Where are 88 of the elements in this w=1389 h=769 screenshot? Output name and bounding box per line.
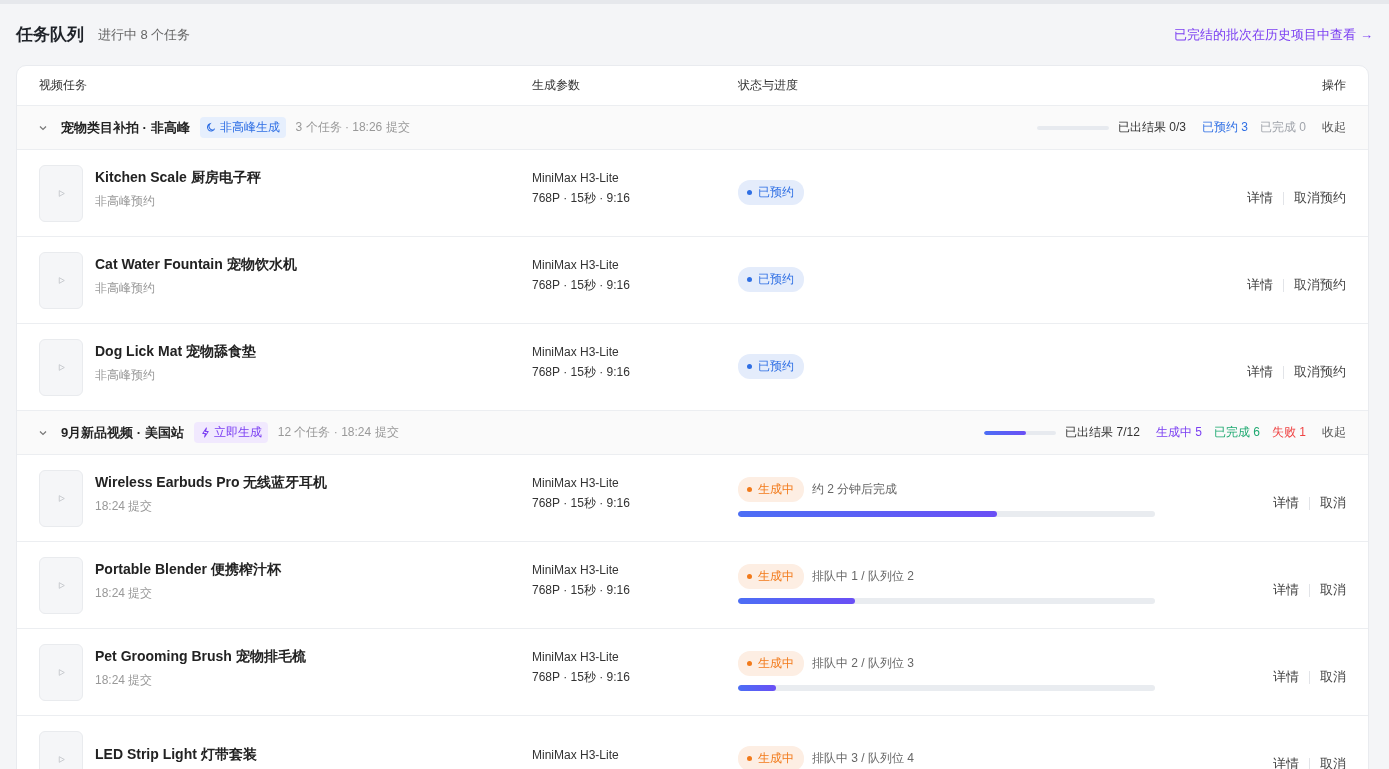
- action-link[interactable]: 详情: [1273, 494, 1299, 512]
- status-note: 排队中 3 / 队列位 4: [812, 749, 915, 767]
- action-link[interactable]: 详情: [1273, 668, 1299, 686]
- play-icon: [56, 580, 66, 590]
- history-link[interactable]: 已完结的批次在历史项目中查看 →: [1174, 25, 1373, 44]
- task-count: 进行中 8 个任务: [98, 25, 191, 44]
- task-subtitle: 18:24 提交: [95, 671, 154, 689]
- group-meta: 12 个任务 · 18:24 提交: [277, 424, 399, 441]
- generation-params: 768P · 15秒 · 9:16: [532, 190, 631, 207]
- collapse-link[interactable]: 收起: [1322, 424, 1346, 441]
- action-link[interactable]: 取消预约: [1294, 189, 1346, 207]
- column-header: 操作: [1321, 77, 1346, 94]
- status-count: 已预约 3: [1201, 119, 1248, 136]
- status-badge: 生成中: [738, 477, 804, 502]
- status-count: 已完成 0: [1260, 119, 1306, 136]
- status-badge: 已预约: [738, 266, 804, 292]
- task-subtitle: 18:24 提交: [95, 584, 154, 602]
- tag-label: 非高峰生成: [219, 119, 280, 136]
- column-header: 视频任务: [39, 77, 88, 94]
- moon-icon: [205, 122, 217, 133]
- task-subtitle: 非高峰预约: [95, 366, 156, 384]
- play-icon: [56, 362, 66, 372]
- action-link[interactable]: 详情: [1247, 189, 1273, 207]
- model-name: MiniMax H3-Lite: [532, 563, 620, 577]
- task-title: Kitchen Scale 厨房电子秤: [95, 168, 261, 187]
- column-header: 生成参数: [532, 77, 581, 94]
- action-link[interactable]: 详情: [1247, 363, 1273, 381]
- group-name: 9月新品视频 · 美国站: [61, 423, 184, 442]
- status-badge: 已预约: [738, 353, 804, 379]
- model-name: MiniMax H3-Lite: [532, 748, 620, 762]
- generation-params: 768P · 15秒 · 9:16: [532, 364, 631, 381]
- model-name: MiniMax H3-Lite: [532, 345, 620, 359]
- video-thumbnail[interactable]: [39, 469, 83, 527]
- collapse-link[interactable]: 收起: [1322, 119, 1346, 136]
- action-link[interactable]: 取消: [1320, 755, 1346, 769]
- task-title: Pet Grooming Brush 宠物排毛梳: [95, 647, 306, 666]
- action-link[interactable]: 取消预约: [1294, 363, 1346, 381]
- generation-params: 768P · 15秒 · 9:16: [532, 495, 631, 512]
- status-count: 生成中 5: [1155, 424, 1202, 441]
- play-icon: [56, 493, 66, 503]
- task-subtitle: 18:24 提交: [95, 497, 154, 515]
- task-title: Wireless Earbuds Pro 无线蓝牙耳机: [95, 473, 328, 492]
- action-link[interactable]: 取消: [1320, 581, 1346, 599]
- action-link[interactable]: 详情: [1273, 755, 1299, 769]
- action-link[interactable]: 取消: [1320, 668, 1346, 686]
- status-badge: 已预约: [738, 179, 804, 205]
- task-title: Dog Lick Mat 宠物舔食垫: [95, 342, 256, 361]
- generation-params: 768P · 15秒 · 9:16: [532, 277, 631, 294]
- task-title: Cat Water Fountain 宠物饮水机: [95, 255, 297, 274]
- lightning-icon: [199, 427, 211, 438]
- model-name: MiniMax H3-Lite: [532, 171, 620, 185]
- task-subtitle: 非高峰预约: [95, 192, 156, 210]
- generation-params: 768P · 15秒 · 9:16: [532, 582, 631, 599]
- status-badge: 生成中: [738, 745, 804, 769]
- action-link[interactable]: 取消预约: [1294, 276, 1346, 294]
- group-meta: 3 个任务 · 18:26 提交: [295, 119, 410, 136]
- status-badge: 生成中: [738, 651, 804, 676]
- page-title: 任务队列: [16, 24, 84, 46]
- status-count: 失败 1: [1272, 424, 1306, 441]
- status-count: 已完成 6: [1213, 424, 1260, 441]
- action-link[interactable]: 取消: [1320, 494, 1346, 512]
- task-title: LED Strip Light 灯带套装: [95, 746, 257, 764]
- play-icon: [56, 754, 66, 764]
- result-count: 已出结果 0/3: [1117, 119, 1186, 136]
- model-name: MiniMax H3-Lite: [532, 650, 620, 664]
- status-note: 排队中 2 / 队列位 3: [812, 655, 915, 672]
- model-name: MiniMax H3-Lite: [532, 258, 620, 272]
- status-note: 约 2 分钟后完成: [812, 481, 898, 498]
- video-thumbnail[interactable]: [39, 251, 83, 309]
- task-subtitle: 非高峰预约: [95, 279, 156, 297]
- column-header: 状态与进度: [738, 77, 799, 94]
- action-link[interactable]: 详情: [1247, 276, 1273, 294]
- result-count: 已出结果 7/12: [1065, 424, 1140, 441]
- generation-params: 768P · 15秒 · 9:16: [532, 669, 631, 686]
- play-icon: [56, 188, 66, 198]
- play-icon: [56, 667, 66, 677]
- video-thumbnail[interactable]: [39, 164, 83, 222]
- action-link[interactable]: 详情: [1273, 581, 1299, 599]
- model-name: MiniMax H3-Lite: [532, 476, 620, 490]
- video-thumbnail[interactable]: [39, 643, 83, 701]
- status-note: 排队中 1 / 队列位 2: [812, 568, 915, 585]
- task-title: Portable Blender 便携榨汁杯: [95, 560, 281, 579]
- tag-label: 立即生成: [213, 424, 262, 441]
- status-badge: 生成中: [738, 564, 804, 589]
- play-icon: [56, 275, 66, 285]
- video-thumbnail[interactable]: [39, 338, 83, 396]
- video-thumbnail[interactable]: [39, 556, 83, 614]
- group-name: 宠物类目补拍 · 非高峰: [61, 118, 190, 137]
